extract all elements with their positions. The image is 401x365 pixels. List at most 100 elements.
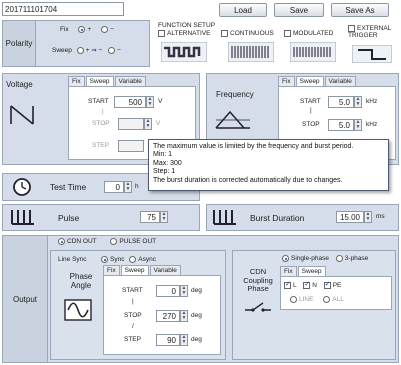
frequency-separator: |: [310, 107, 312, 114]
fix-plus-radio[interactable]: [78, 26, 86, 33]
frequency-start-input[interactable]: 5.0: [328, 96, 354, 108]
fix-plus-label: +: [87, 26, 92, 34]
test-time-spinner[interactable]: ▲ ▼: [124, 181, 132, 193]
voltage-step-label: STEP: [92, 142, 109, 149]
voltage-start-input[interactable]: 500: [114, 96, 146, 108]
three-phase-radio[interactable]: [335, 255, 343, 262]
voltage-tabs: Fix Sweep Variable: [68, 76, 147, 86]
sync-radio[interactable]: [101, 256, 108, 263]
test-time-unit: h: [135, 183, 139, 190]
modulated-checkbox[interactable]: [284, 30, 291, 37]
async-radio[interactable]: [129, 256, 137, 263]
phase-tab-fix[interactable]: Fix: [103, 265, 120, 275]
burst-duration-tooltip: The maximum value is limited by the freq…: [148, 139, 389, 191]
phase-start-label: START: [122, 287, 143, 294]
phase-stop-spinner[interactable]: ▲ ▼: [180, 310, 188, 322]
tooltip-line-2: Min: 1: [153, 151, 173, 159]
output-label: Output: [2, 235, 48, 363]
coupling-switch-icon: [245, 302, 271, 312]
phase-tab-sweep[interactable]: Sweep: [120, 265, 149, 275]
all-label: ALL: [332, 296, 344, 304]
all-radio[interactable]: [323, 296, 331, 303]
pulse-input[interactable]: 75: [140, 211, 160, 223]
frequency-ramp-icon: [215, 110, 250, 129]
polarity-sweep-row: Sweep + ⇒ − −: [52, 46, 121, 54]
sweep-minus-plus-label: −: [117, 47, 121, 54]
n-label: N: [312, 282, 317, 290]
frequency-start-label: START: [300, 98, 321, 105]
sync-label: Sync: [110, 256, 125, 264]
pe-checkbox[interactable]: [323, 280, 331, 289]
frequency-tab-variable[interactable]: Variable: [324, 76, 356, 86]
cdn-out-radio[interactable]: [58, 238, 65, 245]
mode-alternative[interactable]: ALTERNATIVE: [158, 30, 210, 37]
voltage-start-spinner[interactable]: ▲ ▼: [146, 96, 154, 108]
voltage-tab-fix[interactable]: Fix: [68, 76, 85, 86]
phase-tab-variable[interactable]: Variable: [149, 265, 181, 275]
phase-step-input[interactable]: 90: [156, 334, 180, 346]
coupling-tab-sweep[interactable]: Sweep: [297, 266, 326, 276]
phase-step-spinner[interactable]: ▲ ▼: [180, 334, 188, 346]
voltage-separator: |: [102, 108, 104, 115]
line-sync-label: Line Sync: [58, 256, 87, 263]
phase-step-label: STEP: [124, 336, 141, 343]
voltage-stop-input[interactable]: [118, 118, 144, 130]
voltage-tab-variable[interactable]: Variable: [114, 76, 146, 86]
coupling-tab-fix[interactable]: Fix: [280, 266, 297, 276]
burst-icon: [213, 210, 236, 225]
tooltip-line-4: Step: 1: [153, 168, 176, 176]
sweep-plus-minus-label: + ⇒ −: [85, 47, 103, 54]
burst-duration-spinner[interactable]: ▲ ▼: [364, 211, 372, 223]
pulse-spinner[interactable]: ▲ ▼: [160, 211, 168, 223]
fix-minus-label: −: [110, 26, 114, 34]
file-id-field[interactable]: 201711101704: [2, 2, 124, 16]
three-phase-label: 3-phase: [344, 255, 369, 263]
save-button[interactable]: Save: [274, 3, 324, 17]
voltage-tab-sweep[interactable]: Sweep: [85, 76, 114, 86]
external-trigger-checkbox[interactable]: [348, 25, 355, 32]
coupling-checks-row: L N PE: [284, 280, 342, 290]
l-checkbox[interactable]: [284, 280, 291, 289]
frequency-tab-fix[interactable]: Fix: [278, 76, 295, 86]
phase-start-unit: deg: [191, 287, 202, 294]
burst-duration-input[interactable]: 15.00: [336, 211, 364, 223]
phase-separator-2: /: [132, 323, 134, 330]
phase-start-spinner[interactable]: ▲ ▼: [180, 285, 188, 297]
phase-stop-input[interactable]: 270: [156, 310, 180, 322]
alternative-waveform-icon: [161, 42, 207, 62]
continuous-checkbox[interactable]: [221, 30, 228, 37]
pe-label: PE: [332, 282, 342, 290]
load-button[interactable]: Load: [219, 3, 267, 17]
phase-type-row: Single-phase 3-phase: [282, 255, 368, 262]
frequency-start-unit: kHz: [366, 98, 378, 105]
n-checkbox[interactable]: [303, 280, 311, 289]
fix-minus-radio[interactable]: [101, 26, 109, 33]
frequency-stop-spinner[interactable]: ▲ ▼: [354, 119, 362, 131]
line-radio[interactable]: [290, 296, 297, 303]
alternative-checkbox[interactable]: [158, 30, 165, 37]
voltage-stop-spinner[interactable]: ▲ ▼: [144, 118, 152, 130]
voltage-start-unit: V: [158, 98, 163, 105]
phase-start-input[interactable]: 0: [156, 285, 180, 297]
burst-duration-label: Burst Duration: [250, 213, 305, 223]
mode-modulated[interactable]: MODULATED: [284, 30, 333, 37]
frequency-tab-sweep[interactable]: Sweep: [295, 76, 324, 86]
frequency-stop-input[interactable]: 5.0: [328, 119, 354, 131]
phase-separator-1: |: [132, 298, 134, 305]
test-time-input[interactable]: 0: [104, 181, 124, 193]
clock-icon: [13, 178, 31, 196]
sweep-plus-minus-radio[interactable]: [76, 46, 84, 54]
single-phase-radio[interactable]: [282, 255, 289, 262]
pulse-out-radio[interactable]: [110, 238, 118, 245]
voltage-step-input[interactable]: [118, 140, 144, 152]
frequency-stop-unit: kHz: [366, 121, 378, 128]
alternative-label: ALTERNATIVE: [167, 30, 211, 38]
pulse-label: Pulse: [58, 213, 80, 223]
frequency-start-spinner[interactable]: ▲ ▼: [354, 96, 362, 108]
mode-continuous[interactable]: CONTINUOUS: [221, 30, 274, 37]
continuous-waveform-icon: [228, 42, 274, 62]
save-as-button[interactable]: Save As: [331, 3, 389, 17]
coupling-line-all-row: LINE ALL: [290, 296, 344, 303]
sweep-minus-plus-radio[interactable]: [108, 46, 116, 54]
mode-external-trigger[interactable]: EXTERNAL TRIGGER: [348, 25, 398, 39]
